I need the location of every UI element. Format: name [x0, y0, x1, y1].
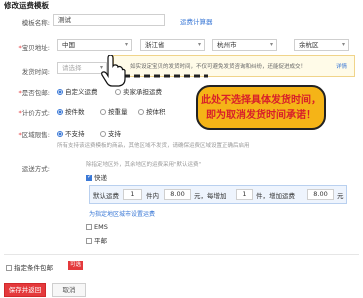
- radio-not-support[interactable]: 不支持: [57, 128, 85, 138]
- checkbox-conditional-free[interactable]: 指定条件包邮: [6, 262, 53, 272]
- district-select[interactable]: 余杭区: [294, 39, 349, 51]
- radio-seller-pays[interactable]: 卖家承担运费: [115, 86, 162, 96]
- ship-time-detail-link[interactable]: 详情: [336, 62, 347, 70]
- radio-icon: [100, 109, 106, 115]
- radio-icon: [100, 131, 106, 137]
- radio-support[interactable]: 支持: [100, 128, 121, 138]
- unit-label-2: 元，: [194, 192, 207, 200]
- first-fee-input[interactable]: 8.00: [164, 189, 191, 200]
- delivery-hint: 除指定地区外，其余地区的运费采用"默认运费": [86, 162, 202, 168]
- pricing-label: 计价方式:: [21, 109, 50, 117]
- hand-cursor-icon: [101, 55, 126, 87]
- delivery-label: 运送方式:: [21, 165, 50, 173]
- template-name-input[interactable]: 测试: [53, 14, 165, 26]
- save-button[interactable]: 保存并返回: [4, 283, 46, 297]
- ship-from-label: 宝贝地址:: [21, 44, 50, 52]
- set-area-fee-link[interactable]: 为指定地区城市设置运费: [89, 209, 155, 218]
- free-shipping-label: 是否包邮:: [21, 89, 50, 97]
- province-select[interactable]: 浙江省: [140, 39, 205, 51]
- first-qty-input[interactable]: 1: [123, 189, 142, 200]
- radio-custom-fee[interactable]: 自定义运费: [57, 86, 98, 96]
- checkbox-icon: [86, 224, 92, 230]
- shipping-calculator-link[interactable]: 运费计算器: [180, 16, 213, 26]
- callout-line-2: 即为取消发货时间承诺！: [206, 110, 316, 121]
- add-fee-input[interactable]: 8.00: [307, 189, 334, 200]
- checkbox-icon: [86, 238, 92, 244]
- radio-by-volume[interactable]: 按体积: [138, 106, 166, 116]
- radio-icon: [57, 109, 63, 115]
- page-title: 修改运费模板: [4, 1, 49, 10]
- unit-label-3: 件，增加运费: [256, 192, 295, 200]
- callout-line-1: 此处不选择具体发货时间，: [201, 95, 321, 106]
- cancel-button[interactable]: 取消: [52, 283, 86, 297]
- default-fee-prefix: 默认运费: [93, 192, 119, 200]
- add-qty-input[interactable]: 1: [236, 189, 253, 200]
- ship-time-label: 发货时间:: [21, 68, 50, 76]
- radio-icon: [57, 131, 63, 137]
- template-name-label: 模板名称:: [21, 19, 50, 27]
- unit-label-1: 件内: [146, 192, 159, 200]
- unit-label-4: 元: [337, 192, 344, 200]
- area-limit-label: 区域限售:: [21, 131, 50, 139]
- radio-icon: [115, 89, 121, 95]
- checkbox-icon: [86, 173, 92, 181]
- city-select[interactable]: 杭州市: [212, 39, 277, 51]
- area-limit-hint: 所有支持该运费模板的商品，其他区域不发货，请确保运费区域设置正确后启用: [57, 143, 250, 149]
- warning-callout: 此处不选择具体发货时间， 即为取消发货时间承诺！: [196, 85, 326, 130]
- radio-icon: [57, 89, 63, 95]
- increment-label: 每增加: [207, 192, 227, 200]
- checkbox-express[interactable]: 快递: [86, 172, 107, 182]
- checkbox-icon: [6, 265, 12, 271]
- country-select[interactable]: 中国: [57, 39, 132, 51]
- optional-badge: 可选: [68, 261, 84, 270]
- radio-by-weight[interactable]: 按重量: [100, 106, 128, 116]
- radio-by-piece[interactable]: 按件数: [57, 106, 85, 116]
- checkbox-ems[interactable]: EMS: [86, 223, 108, 231]
- radio-icon: [138, 109, 144, 115]
- checkbox-mail[interactable]: 平邮: [86, 235, 107, 245]
- divider: [4, 254, 359, 255]
